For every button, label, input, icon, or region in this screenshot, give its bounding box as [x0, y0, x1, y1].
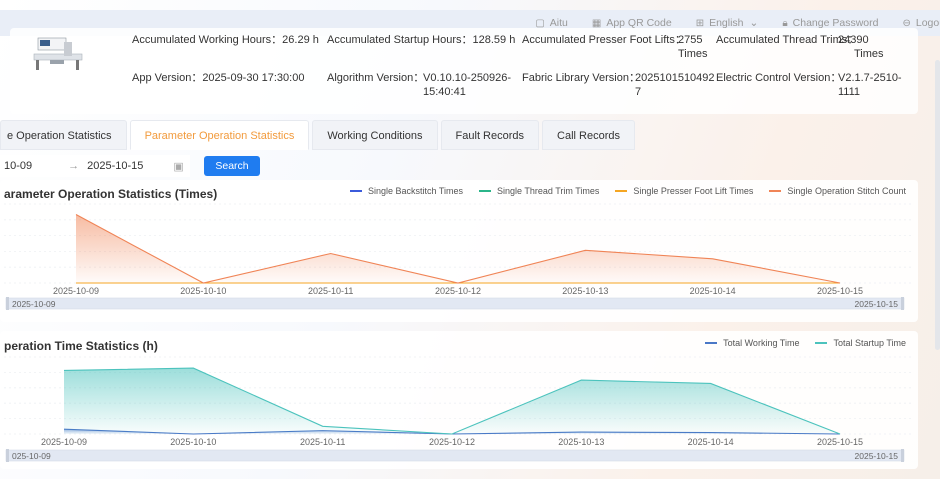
page-scrollbar[interactable] — [935, 60, 940, 350]
presser-foot-count: 2755 — [678, 34, 703, 46]
language-icon: ⊞ — [695, 17, 705, 29]
presser-foot-label: Accumulated Presser Foot Lifts： — [522, 34, 686, 46]
zoom-start-label: 2025-10-09 — [12, 299, 56, 309]
zoom-handle-left[interactable] — [6, 449, 9, 462]
x-tick-label: 2025-10-13 — [558, 437, 604, 447]
tab-fault-records[interactable]: Fault Records — [440, 120, 540, 150]
electric-control-value: V2.1.7-2510- 1111 — [838, 71, 902, 99]
thread-trims-unit: Times — [854, 48, 884, 60]
device-info-card: Accumulated Working Hours：26.29 h Accumu… — [10, 28, 918, 114]
algorithm-version-line-1: V0.10.10-250926- — [423, 72, 512, 84]
date-range-picker[interactable]: 10-09 → 2025-10-15 ▣ — [0, 155, 190, 177]
thread-trims-label: Accumulated Thread Trims： — [716, 34, 859, 46]
x-tick-label: 2025-10-11 — [308, 286, 353, 296]
parameter-chart-panel: arameter Operation Statistics (Times) Si… — [0, 180, 918, 322]
zoom-handle-right[interactable] — [901, 449, 904, 462]
algorithm-version-label: Algorithm Version： — [327, 72, 425, 84]
x-tick-label: 2025-10-09 — [41, 437, 87, 447]
working-hours: Accumulated Working Hours：26.29 h — [132, 34, 319, 46]
fabric-library-value: 2025101510492 7 — [635, 71, 715, 99]
fabric-library-line-2: 7 — [635, 86, 642, 98]
search-button[interactable]: Search — [204, 156, 260, 176]
electric-control-line-1: V2.1.7-2510- — [838, 72, 902, 84]
x-tick-label: 2025-10-15 — [817, 286, 863, 296]
x-tick-label: 2025-10-12 — [435, 286, 481, 296]
startup-hours: Accumulated Startup Hours：128.59 h — [327, 34, 516, 46]
zoom-end-label: 2025-10-15 — [855, 451, 899, 461]
x-tick-label: 2025-10-11 — [300, 437, 345, 447]
series-area — [76, 214, 840, 283]
x-tick-label: 2025-10-09 — [53, 286, 99, 296]
app-version: App Version：2025-09-30 17:30:00 — [132, 72, 305, 84]
qr-code-icon: ▦ — [591, 17, 602, 29]
fabric-library-label: Fabric Library Version： — [522, 72, 640, 84]
tab-parameter-operation-statistics[interactable]: Parameter Operation Statistics — [129, 120, 310, 150]
parameter-chart: 2025-10-09 2025-10-10 2025-10-11 2025-10-12… — [4, 203, 912, 310]
x-tick-label: 2025-10-12 — [429, 437, 475, 447]
document-icon: ▢ — [535, 17, 545, 29]
zoom-handle-right[interactable] — [901, 297, 904, 310]
x-tick-label: 2025-10-14 — [690, 286, 736, 296]
statistics-tabs: e Operation Statistics Parameter Operati… — [0, 120, 638, 150]
calendar-icon[interactable]: ▣ — [173, 160, 183, 173]
operation-time-chart: 2025-10-09 2025-10-10 2025-10-11 2025-10-12… — [4, 356, 912, 462]
lock-icon: 🔒︎ — [782, 17, 788, 29]
tab-operation-statistics[interactable]: e Operation Statistics — [0, 120, 127, 150]
zoom-end-label: 2025-10-15 — [855, 299, 899, 309]
thread-trims-value: 24390 Times — [838, 33, 884, 61]
zoom-start-label: 025-10-09 — [12, 451, 51, 461]
series-area — [64, 368, 840, 434]
range-arrow: → — [68, 160, 80, 172]
algorithm-version-value: V0.10.10-250926- 15:40:41 — [423, 71, 511, 99]
tab-working-conditions[interactable]: Working Conditions — [312, 120, 438, 150]
presser-foot-unit: Times — [678, 48, 708, 60]
zoom-handle-left[interactable] — [6, 297, 9, 310]
sewing-machine-image — [33, 37, 83, 70]
tab-call-records[interactable]: Call Records — [542, 120, 635, 150]
thread-trims-count: 24390 — [838, 34, 869, 46]
logout-label: Logout — [915, 17, 940, 29]
zoom-slider-track[interactable] — [5, 449, 905, 462]
operation-time-chart-panel: peration Time Statistics (h) Total Worki… — [0, 331, 918, 469]
start-date-input[interactable]: 10-09 — [4, 160, 32, 172]
x-tick-label: 2025-10-15 — [817, 437, 863, 447]
zoom-slider-track[interactable] — [5, 297, 905, 310]
x-tick-label: 2025-10-10 — [170, 437, 216, 447]
electric-control-line-2: 1111 — [838, 86, 861, 98]
x-tick-label: 2025-10-13 — [562, 286, 608, 296]
presser-foot-value: 2755 Times — [678, 33, 708, 61]
x-tick-label: 2025-10-14 — [688, 437, 734, 447]
algorithm-version-line-2: 15:40:41 — [423, 86, 466, 98]
fabric-library-line-1: 2025101510492 — [635, 72, 715, 84]
electric-control-label: Electric Control Version： — [716, 72, 842, 84]
end-date-input[interactable]: 2025-10-15 — [87, 160, 143, 172]
logout-icon: ⊖ — [902, 17, 911, 29]
x-tick-label: 2025-10-10 — [180, 286, 226, 296]
